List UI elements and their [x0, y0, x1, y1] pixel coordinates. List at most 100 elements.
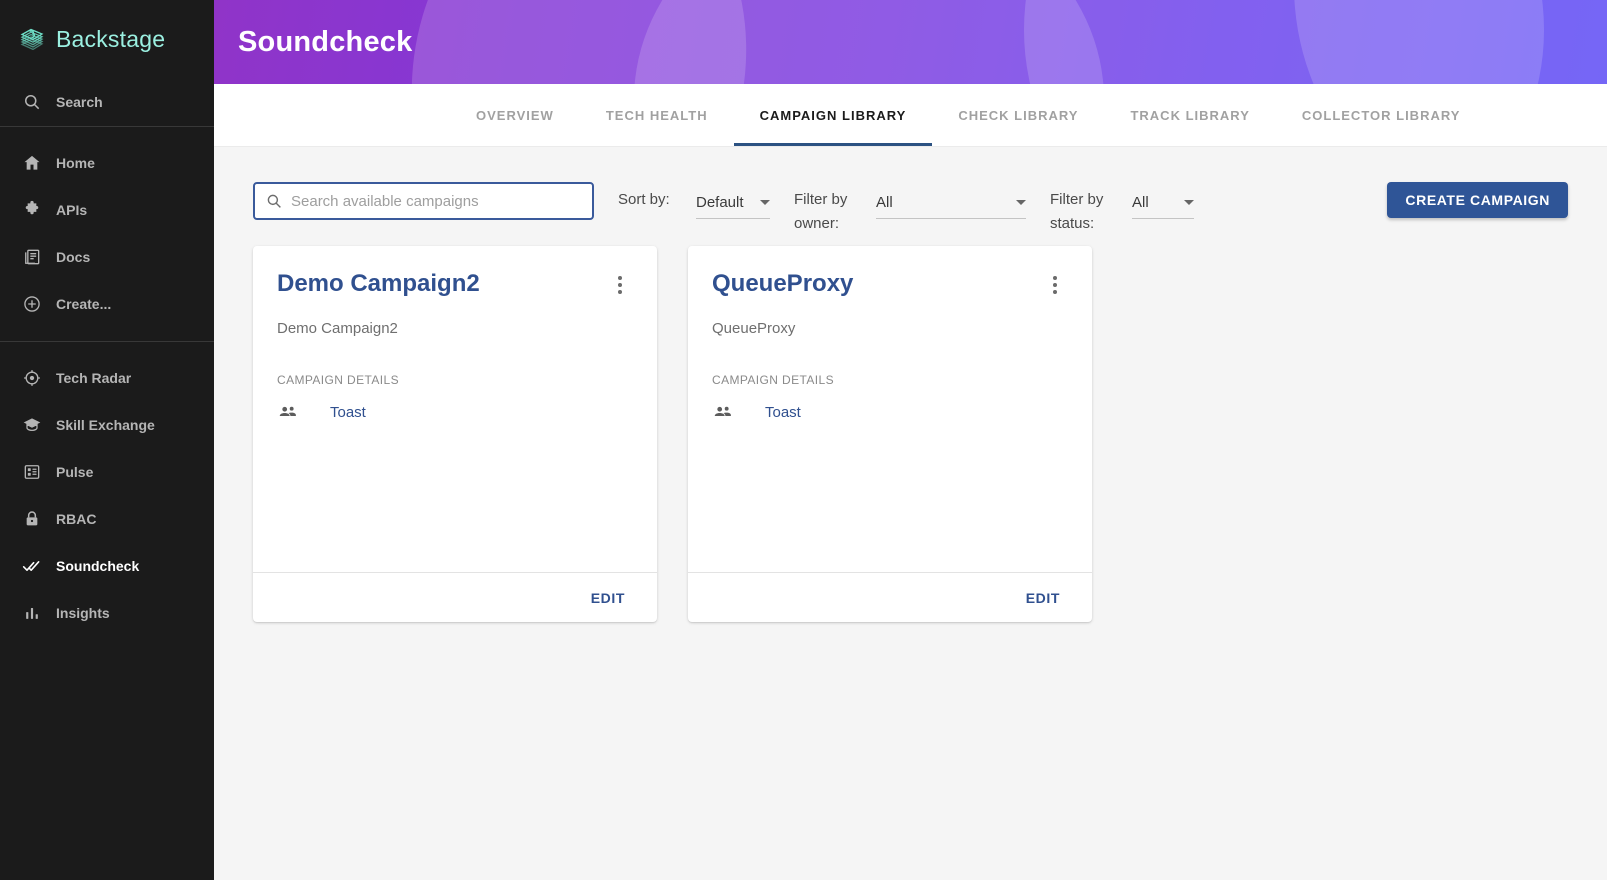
filter-owner-value: All [876, 193, 893, 211]
filter-owner-group: Filter by owner: All [794, 182, 1026, 236]
campaign-title: Demo Campaign2 [277, 270, 480, 297]
campaign-details-label: CAMPAIGN DETAILS [712, 373, 834, 387]
tab-check-library[interactable]: CHECK LIBRARY [932, 84, 1104, 146]
page-header: Soundcheck [214, 0, 1607, 84]
filter-owner-label: Filter by owner: [794, 191, 848, 232]
campaign-card[interactable]: QueueProxy QueueProxy CAMPAIGN DETAILS T… [688, 246, 1092, 622]
sidebar-primary-group: Home APIs Docs Create... [0, 127, 214, 327]
home-icon [22, 153, 42, 173]
sidebar-item-label: Create... [56, 295, 112, 312]
sidebar-item-label: APIs [56, 201, 88, 218]
campaign-card-list: Demo Campaign2 Demo Campaign2 CAMPAIGN D… [238, 242, 1583, 622]
sidebar-secondary-group: Tech Radar Skill Exchange Pulse RBAC Sou… [0, 342, 214, 636]
sort-by-value: Default [696, 193, 744, 211]
app-root: Backstage Search Home APIs Docs Create..… [0, 0, 1607, 880]
campaign-card-footer: EDIT [253, 572, 657, 622]
chevron-down-icon [1016, 199, 1026, 205]
chevron-down-icon [760, 199, 770, 205]
sidebar-item-skill-exchange[interactable]: Skill Exchange [0, 401, 214, 448]
campaign-description: QueueProxy [712, 320, 796, 337]
sort-by-group: Sort by: Default [618, 182, 770, 219]
people-group-icon [277, 401, 299, 423]
campaign-card-header: Demo Campaign2 [277, 270, 633, 298]
chevron-down-icon [1184, 199, 1194, 205]
page-title: Soundcheck [238, 26, 413, 58]
search-icon [265, 192, 283, 210]
sidebar-item-label: Skill Exchange [56, 416, 155, 433]
tab-overview[interactable]: OVERVIEW [458, 84, 580, 146]
plus-circle-icon [22, 294, 42, 314]
tab-label: TECH HEALTH [605, 107, 708, 123]
brand-name: Backstage [56, 25, 166, 52]
sidebar-item-label: Tech Radar [56, 369, 132, 386]
tab-label: COLLECTOR LIBRARY [1301, 107, 1461, 123]
sidebar-item-label: Insights [56, 604, 110, 621]
docs-book-icon [22, 247, 42, 267]
dashboard-grid-icon [22, 462, 42, 482]
tab-label: CAMPAIGN LIBRARY [759, 107, 907, 123]
brand-logo-link[interactable]: Backstage [0, 0, 214, 78]
campaign-card-body: QueueProxy QueueProxy CAMPAIGN DETAILS T… [688, 246, 1092, 572]
filter-status-group: Filter by status: All [1050, 182, 1194, 236]
campaign-owner-row: Toast [277, 401, 633, 423]
tab-bar: OVERVIEW TECH HEALTH CAMPAIGN LIBRARY CH… [214, 84, 1607, 146]
sidebar-item-soundcheck[interactable]: Soundcheck [0, 542, 214, 589]
double-check-icon [22, 556, 42, 576]
tab-label: OVERVIEW [476, 107, 554, 123]
filter-status-value: All [1132, 193, 1149, 211]
campaign-owner-link[interactable]: Toast [330, 404, 366, 421]
campaign-card-header: QueueProxy [712, 270, 1068, 298]
sidebar-item-rbac[interactable]: RBAC [0, 495, 214, 542]
search-campaigns-box[interactable] [253, 182, 594, 220]
tab-collector-library[interactable]: COLLECTOR LIBRARY [1276, 84, 1487, 146]
filter-status-label: Filter by status: [1050, 191, 1104, 232]
radar-target-icon [22, 368, 42, 388]
search-input[interactable] [291, 184, 582, 218]
edit-campaign-button[interactable]: EDIT [1018, 584, 1068, 612]
campaign-title: QueueProxy [712, 270, 854, 297]
puzzle-piece-icon [22, 200, 42, 220]
sidebar-item-pulse[interactable]: Pulse [0, 448, 214, 495]
people-group-icon [712, 401, 734, 423]
sidebar-item-docs[interactable]: Docs [0, 233, 214, 280]
filter-status-select[interactable]: All [1132, 186, 1194, 219]
backstage-stack-logo-icon [18, 25, 46, 53]
content-area: Sort by: Default Filter by owner: All Fi… [214, 146, 1607, 880]
campaign-owner-link[interactable]: Toast [765, 404, 801, 421]
tab-track-library[interactable]: TRACK LIBRARY [1104, 84, 1275, 146]
sidebar-item-label: RBAC [56, 510, 97, 527]
sidebar-item-label: Docs [56, 248, 91, 265]
sidebar-search-label: Search [56, 94, 103, 110]
campaign-card[interactable]: Demo Campaign2 Demo Campaign2 CAMPAIGN D… [253, 246, 657, 622]
graduation-cap-icon [22, 415, 42, 435]
tab-tech-health[interactable]: TECH HEALTH [580, 84, 734, 146]
sidebar-search[interactable]: Search [0, 78, 214, 126]
sidebar-item-tech-radar[interactable]: Tech Radar [0, 354, 214, 401]
sidebar-item-home[interactable]: Home [0, 139, 214, 186]
sort-by-label: Sort by: [618, 191, 670, 208]
sidebar-item-insights[interactable]: Insights [0, 589, 214, 636]
sidebar-item-create[interactable]: Create... [0, 280, 214, 327]
filter-owner-select[interactable]: All [876, 186, 1026, 219]
campaign-card-body: Demo Campaign2 Demo Campaign2 CAMPAIGN D… [253, 246, 657, 572]
lock-icon [22, 509, 42, 529]
kebab-menu-icon[interactable] [607, 272, 633, 298]
tab-label: TRACK LIBRARY [1130, 107, 1250, 123]
campaign-description: Demo Campaign2 [277, 320, 398, 337]
tab-label: CHECK LIBRARY [958, 107, 1079, 123]
sort-by-select[interactable]: Default [696, 186, 770, 219]
tab-campaign-library[interactable]: CAMPAIGN LIBRARY [733, 84, 933, 146]
kebab-menu-icon[interactable] [1042, 272, 1068, 298]
sidebar-item-label: Home [56, 154, 95, 171]
bar-chart-icon [22, 603, 42, 623]
campaign-card-footer: EDIT [688, 572, 1092, 622]
filters-toolbar: Sort by: Default Filter by owner: All Fi… [238, 146, 1583, 242]
sidebar-item-apis[interactable]: APIs [0, 186, 214, 233]
main-area: Soundcheck OVERVIEW TECH HEALTH CAMPAIGN… [214, 0, 1607, 880]
edit-campaign-button[interactable]: EDIT [583, 584, 633, 612]
create-campaign-button[interactable]: CREATE CAMPAIGN [1387, 182, 1568, 218]
sidebar-item-label: Pulse [56, 463, 94, 480]
sidebar-item-label: Soundcheck [56, 557, 140, 574]
campaign-owner-row: Toast [712, 401, 1068, 423]
search-icon [22, 92, 42, 112]
